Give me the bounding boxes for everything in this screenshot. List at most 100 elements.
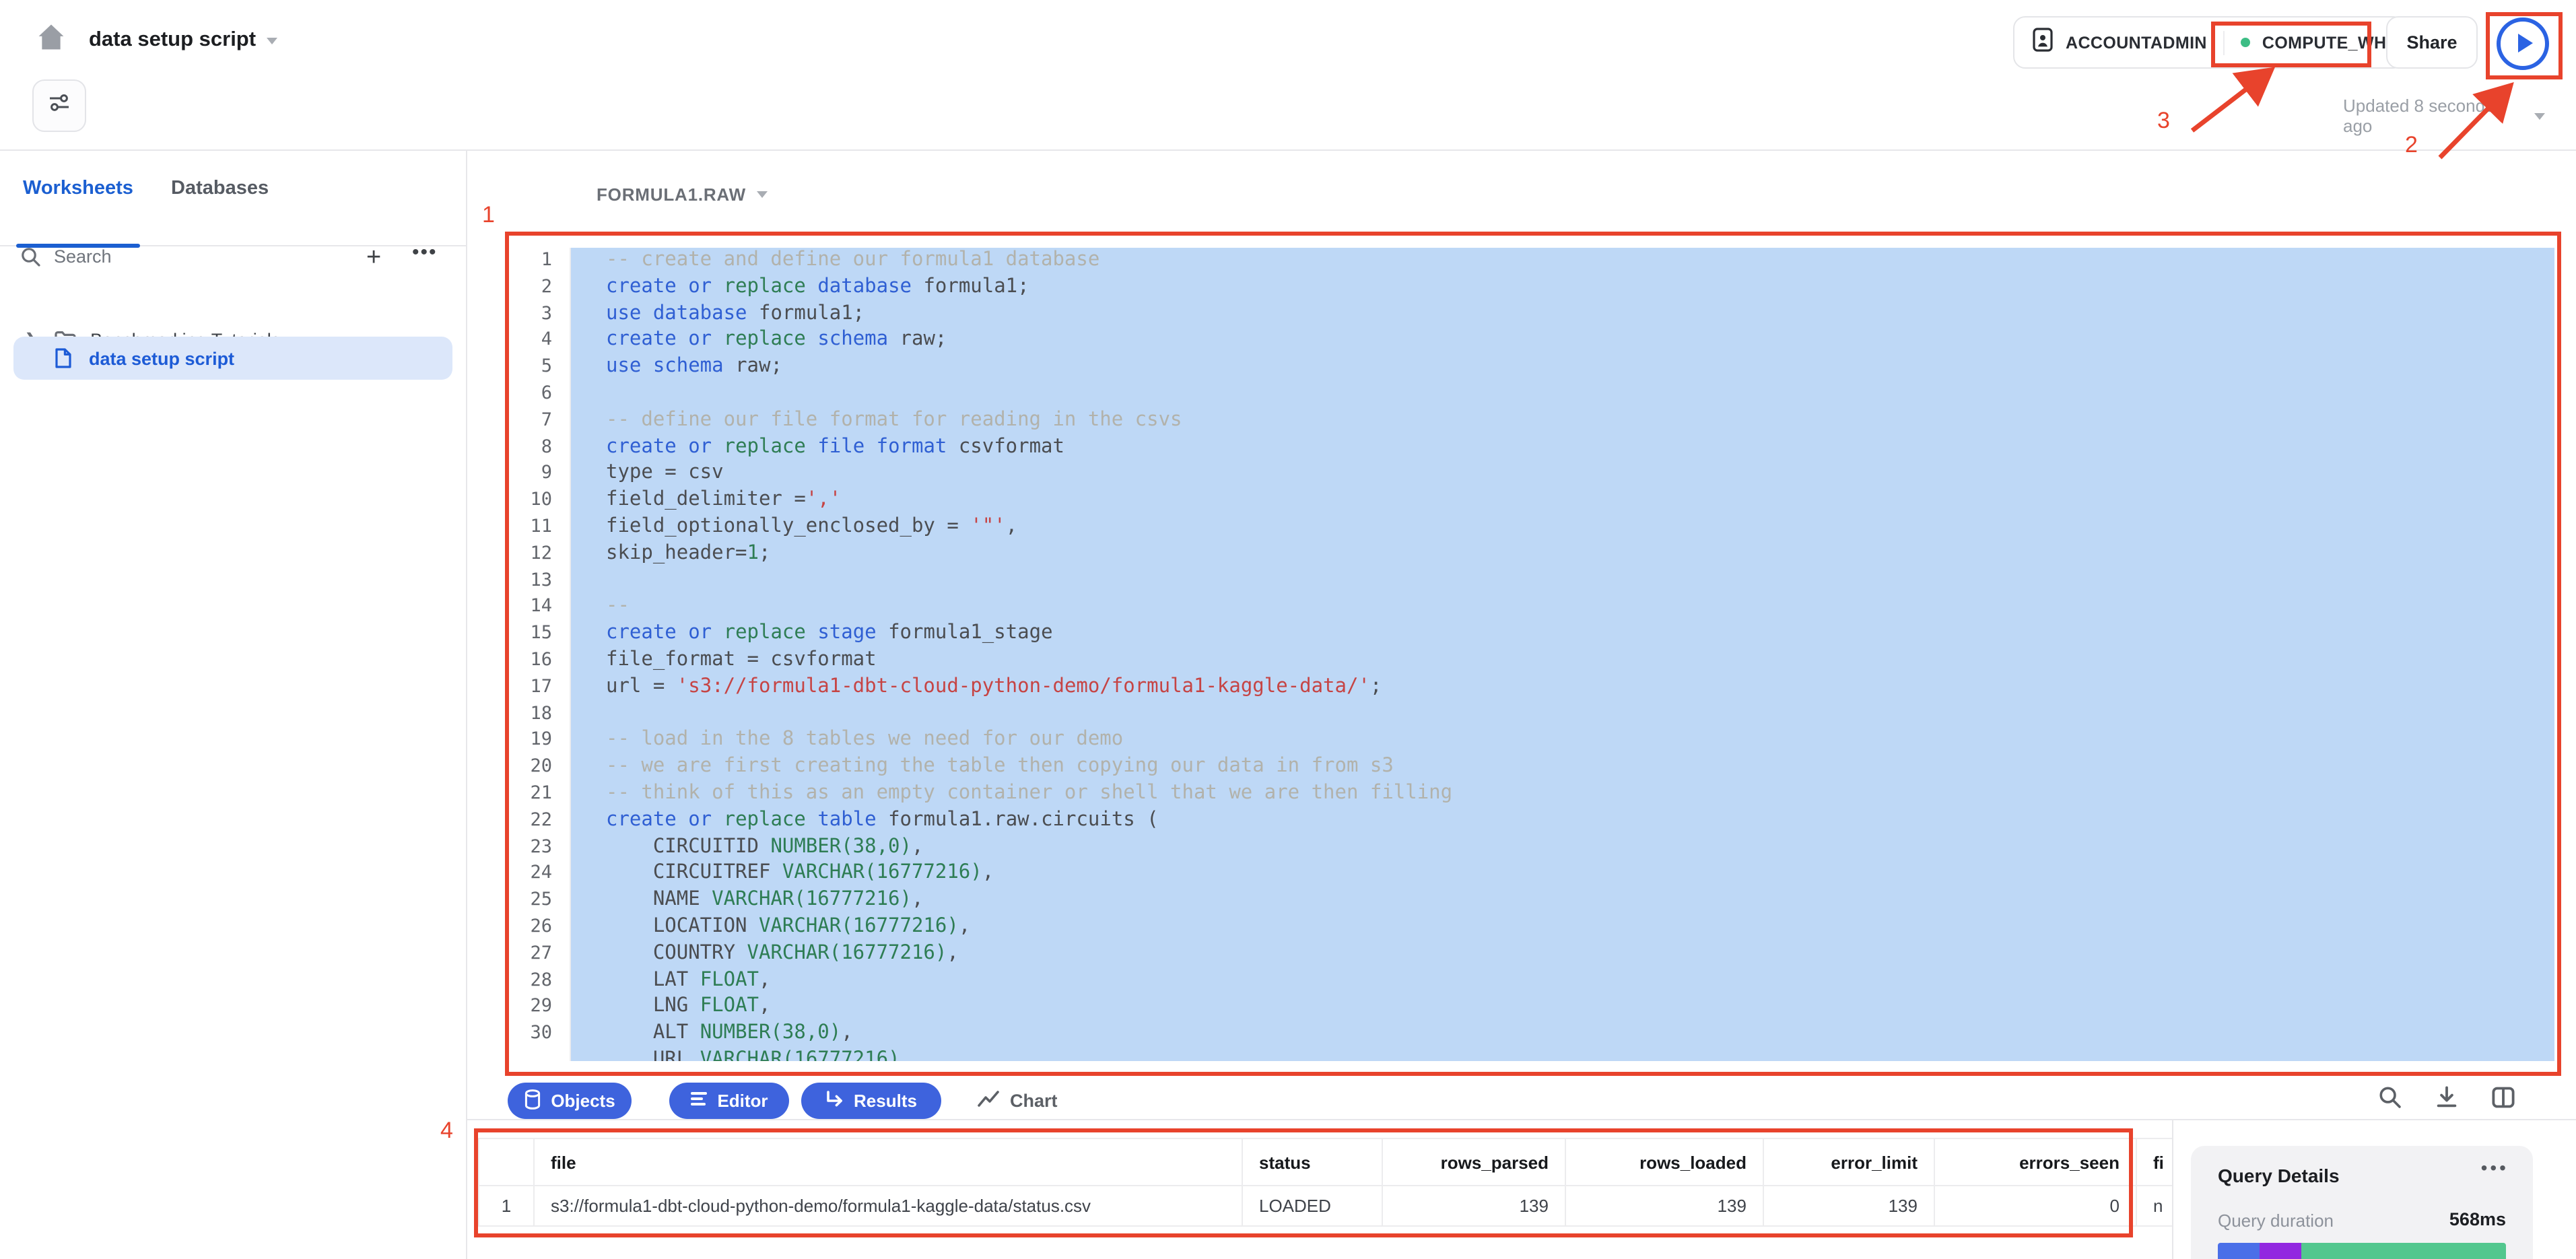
search-input[interactable] [51,245,326,268]
table-header-row: filestatusrows_parsedrows_loadederror_li… [478,1138,2172,1186]
sidebar-more-button[interactable]: ••• [412,241,438,264]
code-line[interactable]: 20-- we are first creating the table the… [509,754,2554,781]
code-line[interactable]: 24 CIRCUITREF VARCHAR(16777216), [509,861,2554,888]
code-text: LAT FLOAT, [571,967,2554,994]
code-line[interactable]: URL VARCHAR(16777216), [509,1048,2554,1061]
results-label: Results [854,1091,917,1111]
worksheet-title-dropdown[interactable]: data setup script [89,28,277,53]
column-header[interactable]: error_limit [1764,1138,1935,1186]
updated-text: Updated 8 seconds ago [2343,96,2528,136]
tab-databases[interactable]: Databases [171,178,269,199]
table-cell[interactable]: LOADED [1243,1186,1383,1227]
code-text: NAME VARCHAR(16777216), [571,887,2554,914]
search-results-icon[interactable] [2378,1085,2402,1116]
code-text: use schema raw; [571,354,2554,381]
line-number: 29 [509,994,571,1021]
code-line[interactable]: 15create or replace stage formula1_stage [509,621,2554,648]
new-worksheet-button[interactable]: + [366,244,381,273]
column-header[interactable]: errors_seen [1935,1138,2137,1186]
column-header[interactable]: status [1243,1138,1383,1186]
query-details-menu-button[interactable]: ••• [2481,1157,2509,1178]
code-line[interactable]: 17url = 's3://formula1-dbt-cloud-python-… [509,675,2554,702]
schema-context-dropdown[interactable]: FORMULA1.RAW [597,184,768,205]
code-line[interactable]: 5use schema raw; [509,354,2554,381]
home-button[interactable] [30,19,73,62]
code-text: COUNTRY VARCHAR(16777216), [571,941,2554,967]
results-button[interactable]: Results [801,1083,941,1119]
table-cell[interactable]: n [2137,1186,2172,1227]
snowsight-worksheet-app: data setup script ACCOUNTADMIN [0,0,2576,1259]
home-icon [34,20,69,61]
code-line[interactable]: 22create or replace table formula1.raw.c… [509,807,2554,834]
text-lines-icon [690,1091,708,1111]
code-line[interactable]: 6 [509,381,2554,408]
code-line[interactable]: 28 LAT FLOAT, [509,967,2554,994]
code-text: -- we are first creating the table then … [571,754,2554,781]
table-cell[interactable]: 0 [1935,1186,2137,1227]
table-cell[interactable]: s3://formula1-dbt-cloud-python-demo/form… [535,1186,1243,1227]
code-line[interactable]: 19-- load in the 8 tables we need for ou… [509,728,2554,755]
role-warehouse-selector[interactable]: ACCOUNTADMIN COMPUTE_WH [2013,16,2405,69]
code-line[interactable]: 14-- [509,594,2554,621]
code-line[interactable]: 25 NAME VARCHAR(16777216), [509,887,2554,914]
table-cell[interactable]: 139 [1566,1186,1764,1227]
return-arrow-icon [825,1090,844,1112]
filters-button[interactable] [32,79,86,132]
page-title: data setup script [89,28,256,53]
warehouse-status-dot [2241,38,2250,47]
column-header[interactable]: rows_loaded [1566,1138,1764,1186]
tab-worksheets[interactable]: Worksheets [23,178,133,199]
column-header[interactable]: fi [2137,1138,2172,1186]
column-header[interactable]: file [535,1138,1243,1186]
sidebar: Worksheets Databases + ••• ❯ Benchmarkin… [0,151,467,1259]
download-icon[interactable] [2435,1085,2459,1116]
code-line[interactable]: 4create or replace schema raw; [509,328,2554,355]
code-line[interactable]: 13 [509,568,2554,594]
column-header[interactable]: rows_parsed [1383,1138,1566,1186]
share-button[interactable]: Share [2386,16,2478,69]
editor-button[interactable]: Editor [669,1083,789,1119]
updated-dropdown[interactable]: Updated 8 seconds ago [2343,96,2545,136]
code-line[interactable]: 21-- think of this as an empty container… [509,781,2554,808]
line-number: 1 [509,248,571,275]
search-icon [20,246,42,275]
table-cell[interactable]: 139 [1383,1186,1566,1227]
line-number: 3 [509,301,571,328]
code-line[interactable]: 8create or replace file format csvformat [509,434,2554,461]
code-line[interactable]: 12skip_header=1; [509,541,2554,568]
code-line[interactable]: 2create or replace database formula1; [509,275,2554,302]
chart-button[interactable]: Chart [978,1083,1058,1119]
code-line[interactable]: 27 COUNTRY VARCHAR(16777216), [509,941,2554,967]
line-number: 24 [509,861,571,888]
code-line[interactable]: 18 [509,701,2554,728]
objects-button[interactable]: Objects [508,1083,632,1119]
code-line[interactable]: 16file_format = csvformat [509,648,2554,675]
code-line[interactable]: 29 LNG FLOAT, [509,994,2554,1021]
sidebar-item-worksheet-selected[interactable]: data setup script [13,337,452,380]
worksheet-label: data setup script [89,348,234,368]
code-line[interactable]: 23 CIRCUITID NUMBER(38,0), [509,834,2554,861]
code-text: URL VARCHAR(16777216), [571,1048,2554,1061]
row-number: 1 [478,1186,535,1227]
code-line[interactable]: 30 ALT NUMBER(38,0), [509,1021,2554,1048]
code-line[interactable]: 26 LOCATION VARCHAR(16777216), [509,914,2554,941]
code-line[interactable]: 11field_optionally_enclosed_by = '"', [509,514,2554,541]
table-cell[interactable]: 139 [1764,1186,1935,1227]
table-row[interactable]: 1s3://formula1-dbt-cloud-python-demo/for… [478,1186,2172,1227]
code-line[interactable]: 3use database formula1; [509,301,2554,328]
duration-bar-segment [2301,1243,2506,1259]
code-text: use database formula1; [571,301,2554,328]
line-number: 21 [509,781,571,808]
sql-editor[interactable]: 1-- create and define our formula1 datab… [509,248,2554,1061]
run-button[interactable] [2493,15,2553,71]
annotation-label-2: 2 [2405,132,2418,159]
code-line[interactable]: 10field_delimiter =',' [509,487,2554,514]
code-line[interactable]: 9type = csv [509,461,2554,488]
user-badge-icon [2032,26,2054,59]
code-line[interactable]: 1-- create and define our formula1 datab… [509,248,2554,275]
code-line[interactable]: 7-- define our file format for reading i… [509,408,2554,435]
editor-label: Editor [717,1091,768,1111]
line-number: 27 [509,941,571,967]
split-columns-icon[interactable] [2491,1085,2515,1116]
database-icon [524,1089,541,1113]
